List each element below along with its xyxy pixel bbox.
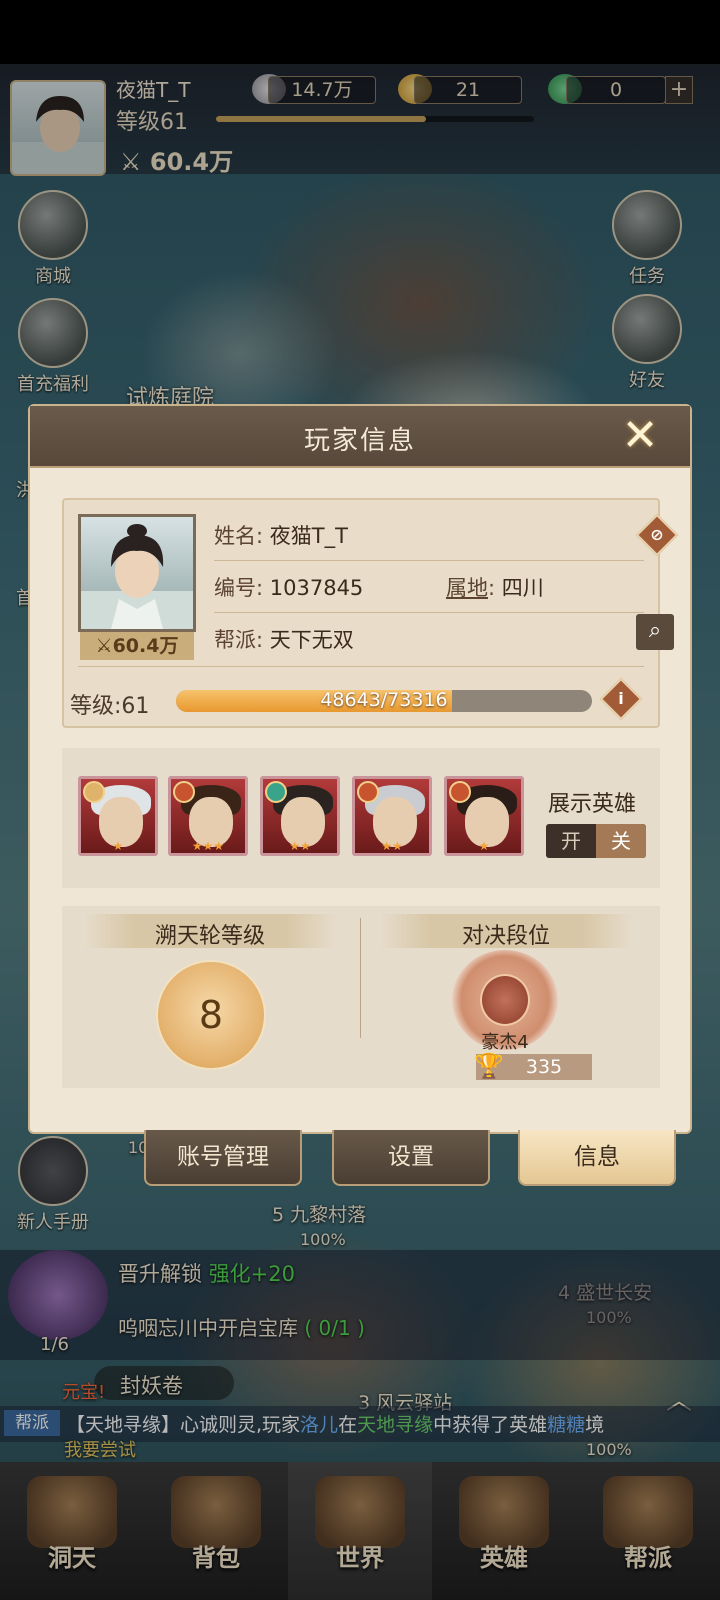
wheel-title: 溯天轮等级: [154, 924, 265, 949]
edit-name-button[interactable]: ⊘: [635, 513, 679, 557]
portrait-icon: [81, 524, 193, 629]
status-bar: [0, 0, 720, 64]
tab-settings[interactable]: 设置: [332, 1130, 490, 1186]
hero-class-badge-icon: [173, 781, 195, 803]
player-portrait: [78, 514, 196, 632]
divider-3: [78, 666, 644, 667]
stats-divider: [360, 918, 361, 1038]
hero-class-badge-icon: [449, 781, 471, 803]
name-value: 夜猫T_T: [269, 524, 348, 548]
hero-class-badge-icon: [357, 781, 379, 803]
tab-info[interactable]: 信息: [518, 1130, 676, 1186]
hero-stars: ★: [478, 839, 490, 853]
portrait-power: ⚔60.4万: [80, 632, 194, 660]
rename-icon: ⊘: [650, 525, 664, 544]
info-icon: i: [618, 689, 624, 708]
hero-card[interactable]: ★★★: [168, 776, 248, 856]
hero-card[interactable]: ★★: [352, 776, 432, 856]
hero-showcase-panel: ★ ★★★ ★★ ★★ ★ 展示英雄 开 关: [62, 748, 660, 888]
portrait-power-value: 60.4万: [112, 635, 179, 657]
guild-search-button[interactable]: ⌕: [636, 614, 674, 650]
hero-card[interactable]: ★★: [260, 776, 340, 856]
region-label[interactable]: 属地: [446, 576, 488, 600]
guild-value: 天下无双: [269, 628, 354, 652]
rank-name: 豪杰4: [481, 1032, 529, 1053]
modal-title: 玩家信息: [303, 426, 416, 456]
divider-2: [214, 612, 644, 613]
show-heroes-toggle[interactable]: 开 关: [546, 824, 646, 858]
stats-panel: 溯天轮等级 8 对决段位 豪杰4 335 🏆: [62, 906, 660, 1088]
close-button[interactable]: ✕: [612, 412, 668, 464]
show-heroes-label: 展示英雄: [548, 792, 637, 817]
guild-label: 帮派:: [214, 628, 264, 652]
search-icon: ⌕: [648, 618, 662, 643]
hero-stars: ★: [112, 839, 124, 853]
hero-stars: ★★: [289, 839, 311, 853]
name-field: 姓名: 夜猫T_T: [214, 520, 348, 550]
hero-class-badge-icon: [265, 781, 287, 803]
guild-field: 帮派: 天下无双: [214, 624, 354, 654]
tab-account[interactable]: 账号管理: [144, 1130, 302, 1186]
wheel-level-orb[interactable]: 8: [156, 960, 266, 1070]
hero-stars: ★★: [381, 839, 403, 853]
region-field: 属地: 四川: [446, 572, 544, 602]
trophy-icon: 🏆: [474, 1052, 504, 1080]
region-value: 四川: [501, 576, 544, 600]
name-label: 姓名:: [214, 524, 264, 548]
toggle-off[interactable]: 关: [596, 824, 646, 858]
hero-stars: ★★★: [191, 839, 225, 853]
id-label: 编号:: [214, 576, 264, 600]
duel-title: 对决段位: [461, 924, 550, 949]
region-separator: :: [488, 576, 496, 600]
level-label: 等级:61: [70, 694, 150, 719]
rank-emblem-inner: [480, 974, 530, 1026]
id-field: 编号: 1037845: [214, 572, 363, 602]
id-value: 1037845: [269, 576, 364, 600]
hero-card[interactable]: ★: [444, 776, 524, 856]
level-progress-text: 48643/73316: [320, 689, 448, 711]
divider-1: [214, 560, 644, 561]
toggle-on[interactable]: 开: [546, 824, 596, 858]
hero-card[interactable]: ★: [78, 776, 158, 856]
hero-class-badge-icon: [83, 781, 105, 803]
player-info-modal: 玩家信息 ✕ ⚔60.4万 姓名: 夜猫T_T ⊘ 编号: 1037845 属地…: [28, 404, 692, 1134]
